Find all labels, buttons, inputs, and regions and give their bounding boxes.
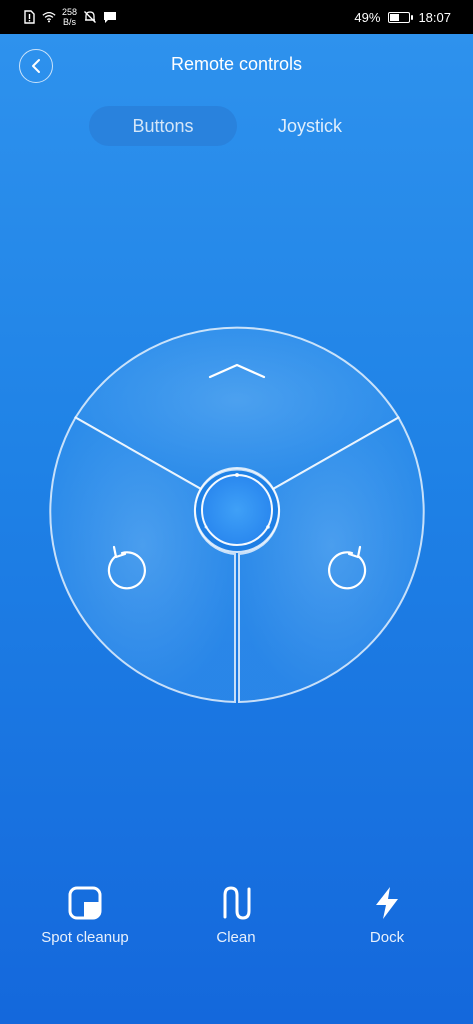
- clean-icon: [223, 886, 251, 920]
- spot-cleanup-label: Spot cleanup: [41, 929, 129, 946]
- network-speed: 258 B/s: [62, 7, 77, 27]
- clean-label: Clean: [216, 929, 256, 946]
- spot-cleanup-button[interactable]: Spot cleanup: [20, 885, 150, 946]
- wifi-icon: [42, 11, 56, 23]
- tab-joystick[interactable]: Joystick: [240, 106, 380, 146]
- message-icon: [104, 12, 117, 23]
- tab-buttons[interactable]: Buttons: [89, 106, 237, 146]
- remote-controller: [49, 326, 425, 703]
- network-speed-value: 258: [62, 7, 78, 17]
- network-speed-unit: B/s: [63, 17, 77, 27]
- clean-button[interactable]: Clean: [171, 885, 301, 946]
- page-title: Remote controls: [170, 54, 303, 74]
- battery-fill: [390, 13, 400, 21]
- lightning-icon: [376, 887, 398, 919]
- status-bar-left: 258 B/s: [22, 0, 117, 34]
- status-bar: 258 B/s 49% 18:07: [0, 0, 473, 34]
- spot-cleanup-icon: [68, 886, 102, 920]
- center-button[interactable]: [201, 474, 273, 546]
- status-bar-right: 49% 18:07: [354, 0, 451, 34]
- clock: 18:07: [418, 9, 451, 25]
- tab-buttons-label: Buttons: [132, 115, 194, 136]
- dock-button[interactable]: Dock: [322, 885, 452, 946]
- sim-alert-icon: [24, 10, 35, 24]
- battery-icon: [388, 11, 414, 23]
- tab-joystick-label: Joystick: [277, 115, 342, 136]
- battery-percent: 49%: [354, 9, 381, 25]
- bell-muted-icon: [84, 11, 96, 23]
- dock-label: Dock: [369, 929, 405, 946]
